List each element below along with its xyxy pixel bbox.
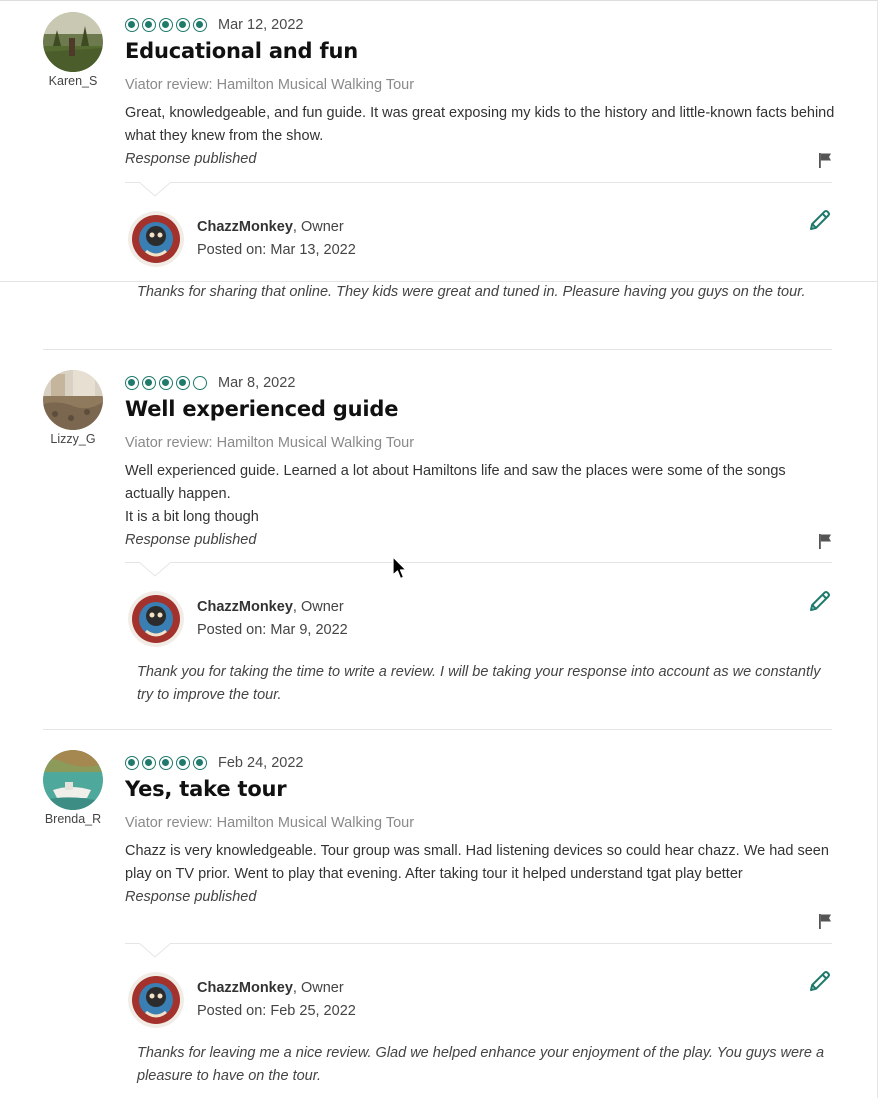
rating-bubble-icon [125,18,139,32]
rating-row: Feb 24, 2022 [125,755,303,771]
rating-bubble-icon [142,376,156,390]
reviewer-profile[interactable]: Brenda_R [43,750,103,826]
rating-bubble-icon [193,376,207,390]
rating-bubble-icon [159,18,173,32]
owner-avatar[interactable] [128,591,184,647]
reviewer-username[interactable]: Brenda_R [33,812,113,826]
rating-bubble-icon [176,756,190,770]
mouse-pointer-icon [392,556,407,580]
rating-bubble-icon [125,756,139,770]
rating-bubble-icon [142,756,156,770]
reviewer-username[interactable]: Karen_S [33,74,113,88]
review-separator [43,349,832,350]
owner-name-row: ChazzMonkey, Owner [197,219,344,235]
review-source: Viator review: Hamilton Musical Walking … [125,435,415,451]
review-title: Yes, take tour [125,777,287,801]
response-status: Response published [125,151,257,167]
reviewer-profile[interactable]: Karen_S [43,12,103,88]
rating-bubbles [125,756,207,770]
posted-label: Posted on: [197,242,267,258]
rating-bubble-icon [142,18,156,32]
response-status: Response published [125,889,257,905]
reviewer-username[interactable]: Lizzy_G [33,432,113,446]
review-title: Educational and fun [125,39,358,63]
posted-row: Posted on: Mar 13, 2022 [197,242,356,258]
posted-date: Mar 13, 2022 [270,242,356,258]
review-body: Well experienced guide. Learned a lot ab… [125,460,837,552]
owner-role: , Owner [292,980,344,996]
response-divider [125,182,832,183]
rating-bubble-icon [125,376,139,390]
posted-label: Posted on: [197,1003,267,1019]
rating-bubble-icon [193,756,207,770]
owner-name[interactable]: ChazzMonkey [197,219,293,235]
rating-row: Mar 12, 2022 [125,17,303,33]
pencil-icon[interactable] [808,208,832,232]
owner-name-row: ChazzMonkey, Owner [197,599,344,615]
rating-bubble-icon [176,18,190,32]
posted-label: Posted on: [197,622,267,638]
reviewer-avatar[interactable] [43,12,103,72]
review-text: It is a bit long though [125,509,259,525]
reviewer-avatar[interactable] [43,370,103,430]
owner-response-text: Thanks for sharing that online. They kid… [137,284,806,300]
owner-avatar[interactable] [128,972,184,1028]
rating-bubble-icon [159,756,173,770]
reviewer-profile[interactable]: Lizzy_G [43,370,103,446]
owner-response-text: Thanks for leaving me a nice review. Gla… [137,1045,825,1084]
review-date: Mar 12, 2022 [218,17,304,33]
pencil-icon[interactable] [808,589,832,613]
posted-date: Feb 25, 2022 [270,1003,356,1019]
review-separator [43,729,832,730]
rating-row: Mar 8, 2022 [125,375,295,391]
posted-date: Mar 9, 2022 [270,622,348,638]
review-date: Feb 24, 2022 [218,755,304,771]
review-source: Viator review: Hamilton Musical Walking … [125,77,415,93]
owner-name-row: ChazzMonkey, Owner [197,980,344,996]
owner-role: , Owner [292,599,344,615]
owner-role: , Owner [292,219,344,235]
review-source: Viator review: Hamilton Musical Walking … [125,815,415,831]
rating-bubble-icon [193,18,207,32]
review-text: Great, knowledgeable, and fun guide. It … [125,105,835,144]
owner-name[interactable]: ChazzMonkey [197,599,293,615]
review-text: Well experienced guide. Learned a lot ab… [125,463,786,502]
posted-row: Posted on: Feb 25, 2022 [197,1003,356,1019]
review-date: Mar 8, 2022 [218,375,296,391]
review-text: Chazz is very knowledgeable. Tour group … [125,843,829,882]
owner-name[interactable]: ChazzMonkey [197,980,293,996]
review-body: Great, knowledgeable, and fun guide. It … [125,102,837,171]
review-title: Well experienced guide [125,397,399,421]
flag-icon[interactable] [818,152,832,168]
flag-icon[interactable] [818,913,832,929]
rating-bubble-icon [159,376,173,390]
rating-bubbles [125,18,207,32]
posted-row: Posted on: Mar 9, 2022 [197,622,348,638]
owner-avatar[interactable] [128,211,184,267]
pencil-icon[interactable] [808,969,832,993]
flag-icon[interactable] [818,533,832,549]
rating-bubbles [125,376,207,390]
response-status: Response published [125,532,257,548]
reviewer-avatar[interactable] [43,750,103,810]
owner-response-text: Thank you for taking the time to write a… [137,664,821,703]
review-body: Chazz is very knowledgeable. Tour group … [125,840,837,909]
response-divider [125,943,832,944]
response-divider [125,562,832,563]
top-border [0,0,878,1]
rating-bubble-icon [176,376,190,390]
